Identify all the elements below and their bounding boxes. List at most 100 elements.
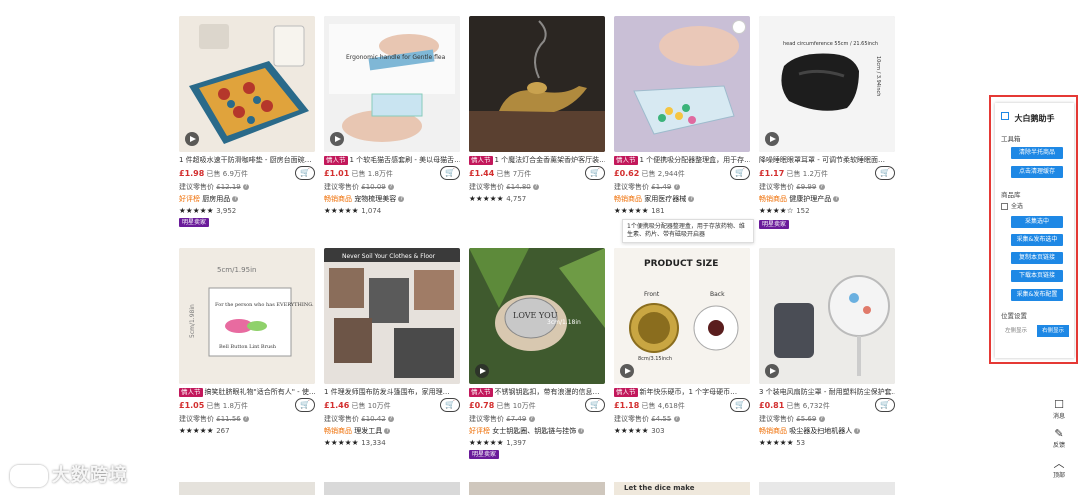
watermark: 大数跨境 [10,461,128,487]
price-line: £0.78 已售 10万件 [469,401,536,410]
product-title[interactable]: 情人节 1 个便携吸分配器整理盒，用于存… [614,155,750,165]
tools-label: 工具箱 [1001,135,1021,143]
rrp-line: 建议零售价 £1.49 ? [614,183,680,191]
cart-plus-icon[interactable]: 🛒 [875,166,895,180]
info-icon[interactable]: ? [833,196,840,202]
helper-panel-body: 大白鹅助手 工具箱 清除半托商品 点击清理缓存 商品库 全选 采集选中 采集&发… [995,103,1074,358]
rating: ★★★★★ 303 [614,426,665,435]
info-icon[interactable]: ? [673,416,680,422]
download-links-button[interactable]: 下载本页链接 [1011,270,1063,282]
info-icon[interactable]: ? [242,184,249,190]
svg-text:Never Soil Your Clothes & Floo: Never Soil Your Clothes & Floor [342,253,436,260]
info-icon[interactable]: ? [387,184,394,190]
messages-button[interactable]: ☐ 消息 [1046,399,1072,421]
product-image[interactable] [179,16,315,152]
svg-text:Ergonomic handle for Gentle fl: Ergonomic handle for Gentle flea [346,54,446,61]
product-title[interactable]: 1 件超吸水速干防滑咖啡垫 - 厨房台面碗… [179,155,315,165]
category-line[interactable]: 畅销商品 理发工具 ? [324,426,391,436]
category-line[interactable]: 畅销商品 吸尘器及扫地机器人 ? [759,426,861,436]
info-icon[interactable]: ? [398,196,405,202]
product-title[interactable]: 情人节 搞笑肚脐眼礼物"适合所有人" - 使… [179,387,315,397]
favorite-icon[interactable] [732,20,746,34]
product-title[interactable]: 情人节 1 个软毛猫舌感套刷 - 美以母猫舌… [324,155,460,165]
video-play-icon[interactable] [330,132,344,146]
rrp-line: 建议零售价 £14.80 ? [469,183,539,191]
cart-plus-icon[interactable]: 🛒 [730,166,750,180]
product-title[interactable]: 情人节 不锈钢钥匙扣，带有浪漫的信息… [469,387,605,397]
category-line[interactable]: 好评榜 女士钥匙圈、钥匙链与挂饰 ? [469,426,585,436]
info-icon[interactable]: ? [854,428,861,434]
top-label: 顶部 [1052,472,1065,479]
video-play-icon[interactable] [765,132,779,146]
product-title[interactable]: 3 个装电风扇防尘罩 - 耐用塑料防尘保护套… [759,387,895,397]
rating: ★★★★★ 181 [614,206,665,215]
product-title[interactable]: 降噪睡眠眼罩耳罩 - 可调节柔软睡眠面… [759,155,895,165]
product-image[interactable]: Let the dice make [614,482,750,495]
price-line: £1.17 已售 1.2万件 [759,169,828,178]
copy-links-button[interactable]: 复制本页链接 [1011,252,1063,264]
rating: ★★★★★ 267 [179,426,230,435]
cart-plus-icon[interactable]: 🛒 [440,398,460,412]
back-to-top-button[interactable]: ︿ 顶部 [1046,458,1072,480]
product-image[interactable]: Ergonomic handle for Gentle flea [324,16,460,152]
category-line[interactable]: 畅销商品 宠物梳理美容 ? [324,194,405,204]
price-line: £1.46 已售 10万件 [324,401,391,410]
position-right-button[interactable]: 右侧显示 [1037,325,1069,337]
info-icon[interactable]: ? [532,184,539,190]
info-icon[interactable]: ? [387,416,394,422]
cart-plus-icon[interactable]: 🛒 [730,398,750,412]
rrp-line: 建议零售价 £9.99 ? [759,183,825,191]
category-line[interactable]: 畅销商品 健康护理产品 ? [759,194,840,204]
cart-plus-icon[interactable]: 🛒 [440,166,460,180]
clear-cache-button[interactable]: 点击清理缓存 [1011,166,1063,178]
video-play-icon[interactable] [765,364,779,378]
rrp-line: 建议零售价 £10.09 ? [324,183,394,191]
svg-text:Bell Button Lint Brush: Bell Button Lint Brush [219,344,277,350]
product-image[interactable] [759,482,895,495]
product-title[interactable]: 1 件理发师围布防发斗篷围布，家用理… [324,387,460,397]
cart-plus-icon[interactable]: 🛒 [295,398,315,412]
info-icon[interactable]: ? [384,428,391,434]
video-play-icon[interactable] [620,364,634,378]
cart-plus-icon[interactable]: 🛒 [875,398,895,412]
product-image[interactable] [469,482,605,495]
product-image[interactable]: PRODUCT SIZE Front Back 8cm/3.15inch [614,248,750,384]
info-icon[interactable]: ? [528,416,535,422]
product-image[interactable] [759,248,895,384]
info-icon[interactable]: ? [818,416,825,422]
collect-selected-button[interactable]: 采集选中 [1011,216,1063,228]
product-image[interactable] [614,16,750,152]
star-seller-badge: 明星卖家 [469,450,500,459]
product-image[interactable]: LOVE YOU 3cm/1.18in [469,248,605,384]
title-tooltip: 1个便携吸分配器整理盒，用于存放药物、维生素、药片、带有磁吸开启器 [622,219,754,243]
price-line: £1.98 已售 6.9万件 [179,169,248,178]
product-image[interactable]: Never Soil Your Clothes & Floor [324,248,460,384]
category-line[interactable]: 畅销商品 家用医疗器械 ? [614,194,695,204]
price-line: £1.01 已售 1.8万件 [324,169,393,178]
info-icon[interactable]: ? [578,428,585,434]
video-play-icon[interactable] [185,132,199,146]
product-image[interactable] [179,482,315,495]
feedback-button[interactable]: ✎ 反馈 [1046,428,1072,450]
collect-publish-button[interactable]: 采集&发布选中 [1011,234,1063,246]
info-icon[interactable]: ? [232,196,239,202]
select-all-checkbox[interactable]: 全选 [1001,201,1023,210]
position-left-button[interactable]: 左侧显示 [1000,325,1032,337]
cart-plus-icon[interactable]: 🛒 [585,166,605,180]
product-image[interactable] [324,482,460,495]
category-line[interactable]: 好评榜 厨房用品 ? [179,194,239,204]
video-play-icon[interactable] [475,364,489,378]
info-icon[interactable]: ? [673,184,680,190]
clear-half-managed-button[interactable]: 清除半托商品 [1011,147,1063,159]
cart-plus-icon[interactable]: 🛒 [585,398,605,412]
product-image[interactable]: 5cm/1.95in 5cm/1.98in For the person who… [179,248,315,384]
info-icon[interactable]: ? [688,196,695,202]
cart-plus-icon[interactable]: 🛒 [295,166,315,180]
product-title[interactable]: 情人节 1 个魔法灯合金香薰架香炉客厅装… [469,155,605,165]
info-icon[interactable]: ? [818,184,825,190]
collect-config-button[interactable]: 采集&发布配置 [1011,289,1063,301]
product-image[interactable] [469,16,605,152]
product-title[interactable]: 情人节 新年快乐硬币，1 个字母硬币… [614,387,750,397]
info-icon[interactable]: ? [242,416,249,422]
product-image[interactable]: head circumference 55cm / 21.65inch 10cm… [759,16,895,152]
